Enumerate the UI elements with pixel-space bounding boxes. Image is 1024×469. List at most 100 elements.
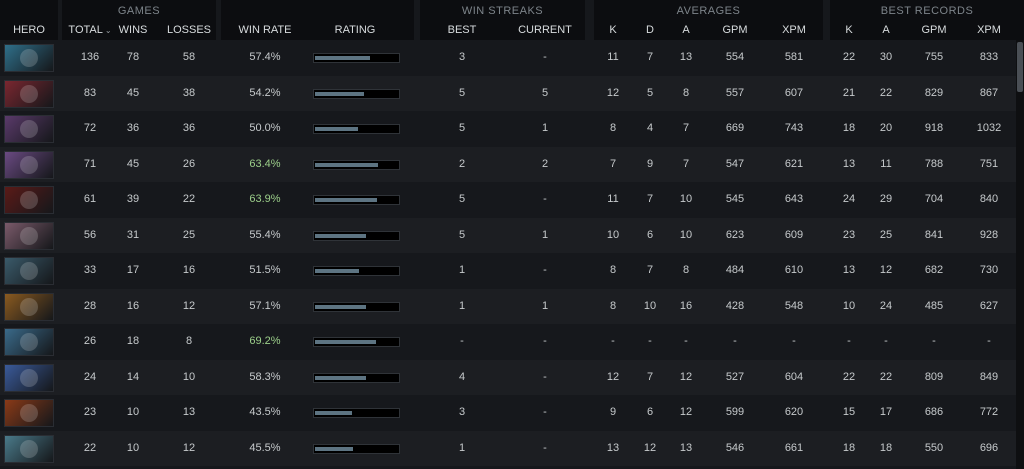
hero-portrait[interactable] — [4, 257, 54, 285]
cell-best-k: 15 — [842, 406, 856, 418]
cell-best-k: 21 — [842, 86, 856, 99]
cell-streak-best: - — [460, 335, 464, 347]
hero-portrait[interactable] — [4, 399, 54, 427]
hero-portrait[interactable] — [4, 221, 54, 250]
rating-bar-fill — [315, 269, 359, 273]
cell-best-k: 23 — [842, 228, 856, 241]
column-header-avg-d[interactable]: D — [641, 24, 659, 36]
cell-avg-a: 10 — [679, 228, 693, 241]
cell-winrate: 69.2% — [249, 335, 281, 347]
cell-avg-gpm: 554 — [725, 51, 745, 63]
cell-best-k: 13 — [842, 264, 856, 276]
cell-avg-a: - — [684, 335, 688, 347]
scrollbar-thumb[interactable] — [1017, 42, 1023, 92]
cell-avg-a: 12 — [679, 370, 693, 383]
table-row[interactable]: 28 16 12 57.1% 1 1 8 10 16 428 548 10 24 485 627 — [0, 288, 1016, 324]
hero-face-icon — [20, 191, 38, 209]
column-header-streak-best[interactable]: BEST — [442, 24, 482, 36]
cell-avg-d: 9 — [646, 157, 654, 170]
table-row[interactable]: 22 10 12 45.5% 1 - 13 12 13 546 661 18 18 550 696 — [0, 430, 1016, 466]
rating-bar — [313, 266, 400, 276]
cell-losses: 8 — [185, 335, 193, 347]
cell-best-k: 24 — [842, 193, 856, 205]
cell-best-gpm: 755 — [924, 51, 944, 63]
cell-avg-a: 8 — [682, 86, 690, 99]
hero-portrait[interactable] — [4, 79, 54, 108]
table-row[interactable]: 24 14 10 58.3% 4 - 12 7 12 527 604 22 22 809 849 — [0, 359, 1016, 395]
cell-total: 71 — [83, 157, 97, 170]
column-header-wins[interactable]: WINS — [115, 24, 151, 36]
cell-wins: 18 — [126, 335, 140, 347]
cell-best-gpm: 829 — [924, 86, 944, 99]
column-header-total[interactable]: TOTAL ⌄ — [64, 24, 116, 36]
hero-portrait[interactable] — [4, 292, 54, 321]
table-row[interactable]: 136 78 58 57.4% 3 - 11 7 13 554 581 22 30 755 833 — [0, 40, 1016, 75]
cell-best-a: 12 — [879, 264, 893, 276]
column-header-best-a[interactable]: A — [877, 24, 895, 36]
hero-portrait[interactable] — [4, 434, 54, 463]
cell-best-a: 17 — [879, 406, 893, 418]
table-row[interactable]: 83 45 38 54.2% 5 5 12 5 8 557 607 21 22 829 867 — [0, 75, 1016, 111]
cell-best-a: - — [884, 335, 888, 347]
cell-best-xpm: 751 — [979, 157, 999, 170]
cell-wins: 17 — [126, 264, 140, 276]
column-header-rating[interactable]: RATING — [322, 24, 388, 36]
column-header-avg-a[interactable]: A — [677, 24, 695, 36]
cell-total: 23 — [83, 406, 97, 418]
hero-portrait[interactable] — [4, 363, 54, 392]
cell-streak-current: - — [543, 264, 547, 276]
cell-streak-best: 5 — [458, 122, 466, 134]
table-row[interactable]: 26 18 8 69.2% - - - - - - - - - - - — [0, 324, 1016, 359]
cell-avg-gpm: 527 — [725, 370, 745, 383]
hero-portrait[interactable] — [4, 186, 54, 214]
hero-portrait[interactable] — [4, 44, 54, 72]
table-row[interactable]: 61 39 22 63.9% 5 - 11 7 10 545 643 24 29 704 840 — [0, 182, 1016, 217]
column-header-total-label: TOTAL — [68, 24, 103, 36]
table-row[interactable]: 56 31 25 55.4% 5 1 10 6 10 623 609 23 25 841 928 — [0, 217, 1016, 253]
cell-avg-xpm: 548 — [784, 299, 804, 312]
cell-streak-current: - — [543, 406, 547, 418]
cell-avg-k: 8 — [609, 299, 617, 312]
cell-avg-a: 7 — [682, 157, 690, 170]
column-header-winrate[interactable]: WIN RATE — [234, 24, 296, 36]
column-header-avg-xpm[interactable]: XPM — [777, 24, 811, 36]
cell-best-k: 18 — [842, 441, 856, 454]
cell-losses: 38 — [182, 86, 196, 99]
cell-streak-current: - — [543, 370, 547, 383]
rating-bar — [313, 372, 400, 383]
cell-streak-best: 3 — [458, 406, 466, 418]
vertical-scrollbar[interactable] — [1016, 40, 1024, 469]
table-row[interactable]: 71 45 26 63.4% 2 2 7 9 7 547 621 13 11 788 751 — [0, 146, 1016, 182]
column-header-losses[interactable]: LOSSES — [164, 24, 214, 36]
table-row[interactable]: 23 10 13 43.5% 3 - 9 6 12 599 620 15 17 686 772 — [0, 395, 1016, 430]
cell-losses: 12 — [182, 441, 196, 454]
hero-portrait[interactable] — [4, 115, 54, 143]
cell-streak-current: 1 — [541, 122, 549, 134]
hero-portrait[interactable] — [4, 328, 54, 356]
column-header-best-xpm[interactable]: XPM — [972, 24, 1006, 36]
cell-avg-gpm: 623 — [725, 228, 745, 241]
cell-streak-best: 5 — [458, 228, 466, 241]
table-row[interactable]: 72 36 36 50.0% 5 1 8 4 7 669 743 18 20 918 1032 — [0, 111, 1016, 146]
cell-avg-d: 10 — [643, 299, 657, 312]
cell-best-xpm: 730 — [979, 264, 999, 276]
column-header-avg-k[interactable]: K — [604, 24, 622, 36]
column-header-avg-gpm[interactable]: GPM — [718, 24, 752, 36]
cell-total: 26 — [83, 335, 97, 347]
cell-avg-xpm: 609 — [784, 228, 804, 241]
column-header-hero[interactable]: HERO — [0, 24, 58, 36]
rating-bar — [313, 443, 400, 454]
cell-best-xpm: 1032 — [976, 122, 1002, 134]
rating-bar-fill — [315, 91, 364, 96]
column-header-streak-current[interactable]: CURRENT — [514, 24, 576, 36]
table-header: GAMES WIN STREAKS AVERAGES BEST RECORDS … — [0, 0, 1024, 40]
table-row[interactable]: 33 17 16 51.5% 1 - 8 7 8 484 610 13 12 682 730 — [0, 253, 1016, 288]
cell-losses: 36 — [182, 122, 196, 134]
column-header-best-k[interactable]: K — [840, 24, 858, 36]
rating-bar — [313, 159, 400, 170]
hero-portrait[interactable] — [4, 150, 54, 179]
cell-avg-d: 6 — [646, 228, 654, 241]
column-header-best-gpm[interactable]: GPM — [917, 24, 951, 36]
cell-streak-current: - — [543, 335, 547, 347]
cell-best-a: 22 — [879, 370, 893, 383]
